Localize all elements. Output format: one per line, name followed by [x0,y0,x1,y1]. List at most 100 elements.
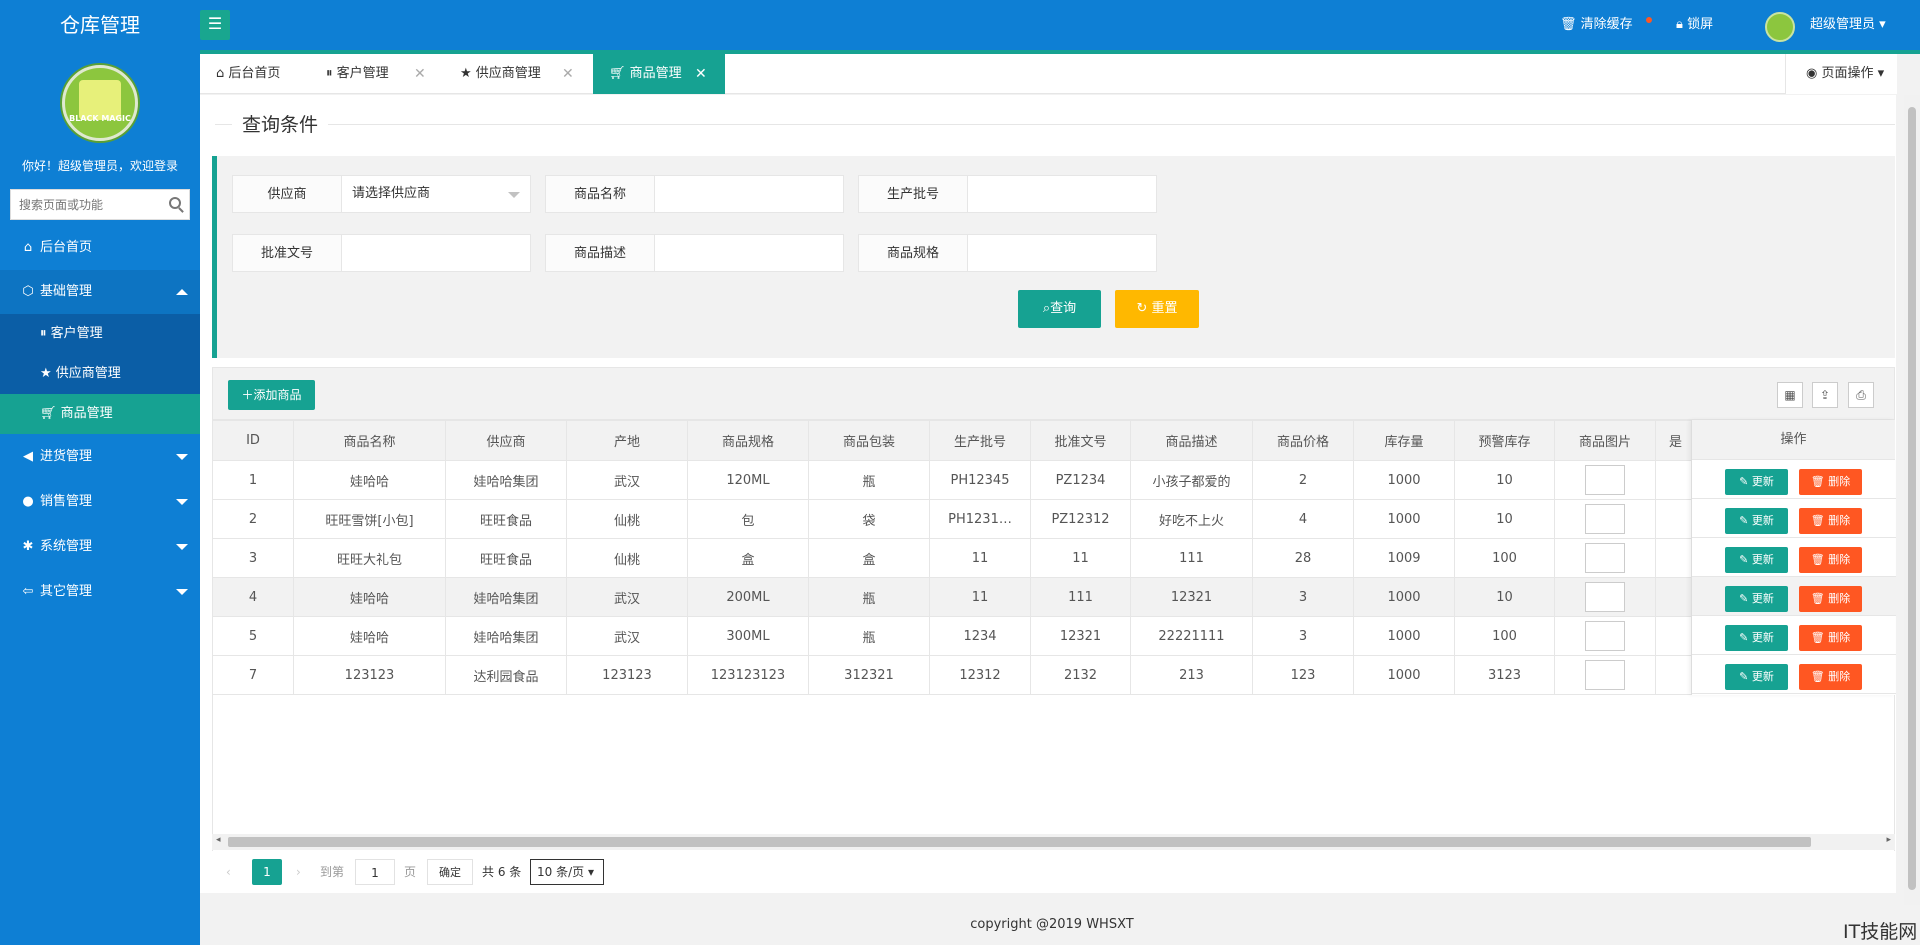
table-cell: PH1231… [929,499,1031,539]
notification-dot [1646,17,1652,23]
next-page-icon[interactable]: › [296,858,301,886]
clear-cache-button[interactable]: 🗑︎ 清除缓存 [1560,0,1633,50]
tab-customer[interactable]: ⏸ 客户管理 ✕ [310,54,442,94]
update-button[interactable]: ✎ 更新 [1725,469,1788,495]
column-header[interactable]: 商品价格 [1252,420,1354,461]
horizontal-scrollbar[interactable]: ◂ ▸ [212,834,1895,850]
supplier-select-value: 请选择供应商 [352,186,431,201]
goods-name-input[interactable] [654,175,844,213]
reset-button[interactable]: ↻ 重置 [1115,290,1199,328]
search-icon[interactable] [169,197,181,209]
tab-home[interactable]: ⌂ 后台首页 [200,54,310,94]
gear-icon: ✱ [22,539,34,554]
scroll-left-icon[interactable]: ◂ [216,835,221,845]
sidebar-item-purchase[interactable]: ◀ 进货管理 [0,435,200,479]
sidebar-item-goods[interactable]: 🛒︎ 商品管理 [0,394,200,434]
table-row[interactable]: 1 娃哈哈 娃哈哈集团 武汉 120ML 瓶 PH12345 PZ1234 小孩子都爱的 2 100… [212,460,1696,500]
table-cell: 仙桃 [566,499,688,539]
goods-image[interactable] [1585,660,1625,690]
update-button[interactable]: ✎ 更新 [1725,508,1788,534]
page-1[interactable]: 1 [252,859,282,885]
sidebar-search-input[interactable] [11,190,151,219]
table-row[interactable]: 4 娃哈哈 娃哈哈集团 武汉 200ML 瓶 11 111 12321 3 1000 10 [212,577,1696,617]
column-header[interactable]: 商品图片 [1554,420,1656,461]
operation-column: 操作 ✎ 更新 🗑︎ 删除 ✎ 更新 🗑︎ 删除 ✎ 更新 🗑︎ 删除 ✎ 更新 🗑︎ 删除 ✎… [1691,420,1896,695]
supplier-select[interactable]: 请选择供应商 [341,175,531,213]
table-cell: 盒 [687,538,809,578]
column-header[interactable]: 预警库存 [1454,420,1555,461]
table-row[interactable]: 3 旺旺大礼包 旺旺食品 仙桃盒盒 11 11 111 28 1009 100 [212,538,1696,578]
update-button[interactable]: ✎ 更新 [1725,625,1788,651]
table-row[interactable]: 5 娃哈哈 娃哈哈集团 武汉 300ML 瓶 1234 12321 22221111 3 1000 1… [212,616,1696,656]
logo-avatar: BLACK MAGIC [62,65,138,141]
column-header[interactable]: 产地 [566,420,688,461]
goods-image[interactable] [1585,504,1625,534]
update-button[interactable]: ✎ 更新 [1725,664,1788,690]
delete-label: 删除 [1828,631,1851,644]
column-header[interactable]: 商品规格 [687,420,809,461]
column-header[interactable]: 是 [1655,420,1696,461]
update-label: 更新 [1751,514,1774,527]
table-row[interactable]: 2 旺旺雪饼[小包] 旺旺食品 仙桃包袋 PH1231… PZ12312 好吃不上火 4 100… [212,499,1696,539]
approval-input[interactable] [341,234,531,272]
delete-button[interactable]: 🗑︎ 删除 [1799,664,1862,690]
sidebar-item-sales[interactable]: ● 销售管理 [0,480,200,524]
sidebar-item-other[interactable]: ⇦ 其它管理 [0,570,200,614]
close-icon[interactable]: ✕ [562,54,574,94]
search-button[interactable]: ⌕查询 [1018,290,1101,328]
delete-button[interactable]: 🗑︎ 删除 [1799,547,1862,573]
sidebar-item-supplier[interactable]: ★ 供应商管理 [0,354,200,394]
scroll-right-icon[interactable]: ▸ [1886,835,1891,845]
goods-image[interactable] [1585,582,1625,612]
goto-page-input[interactable]: 1 [355,859,395,885]
table-cell: 123 [1252,655,1354,695]
column-header[interactable]: 供应商 [445,420,567,461]
user-menu[interactable]: 超级管理员 ▾ [1810,0,1886,50]
spec-input[interactable] [967,234,1157,272]
hamburger-icon[interactable]: ☰ [200,10,230,40]
table-row[interactable]: 7 123123 达利园食品 123123 123123123 312321 12312 21… [212,655,1696,695]
column-header[interactable]: 批准文号 [1030,420,1131,461]
desc-input[interactable] [654,234,844,272]
delete-button[interactable]: 🗑︎ 删除 [1799,508,1862,534]
delete-button[interactable]: 🗑︎ 删除 [1799,625,1862,651]
column-header[interactable]: 商品包装 [808,420,930,461]
table-cell: 4 [212,577,294,617]
column-header[interactable]: 商品名称 [293,420,446,461]
columns-filter-icon[interactable]: ▦ [1777,382,1803,408]
print-icon[interactable]: ⎙ [1848,382,1874,408]
delete-button[interactable]: 🗑︎ 删除 [1799,586,1862,612]
batch-label: 生产批号 [858,175,968,213]
sidebar-item-home[interactable]: ⌂ 后台首页 [0,226,200,270]
goto-confirm-button[interactable]: 确定 [427,859,473,885]
column-header[interactable]: 库存量 [1353,420,1455,461]
tab-supplier[interactable]: ★ 供应商管理 ✕ [444,54,592,94]
column-header[interactable]: 商品描述 [1130,420,1253,461]
sidebar-item-basic[interactable]: ⬡ 基础管理 [0,270,200,314]
update-button[interactable]: ✎ 更新 [1725,547,1788,573]
prev-page-icon[interactable]: ‹ [226,858,231,886]
tab-label: 商品管理 [629,66,682,81]
close-icon[interactable]: ✕ [414,54,426,94]
close-icon[interactable]: ✕ [695,54,707,94]
vertical-scrollbar[interactable] [1904,95,1920,905]
table-cell: 1000 [1353,460,1455,500]
delete-button[interactable]: 🗑︎ 删除 [1799,469,1862,495]
delete-label: 删除 [1828,514,1851,527]
goods-image[interactable] [1585,543,1625,573]
lock-screen-button[interactable]: 🔒︎ 锁屏 [1676,0,1713,50]
add-goods-button[interactable]: ＋添加商品 [228,380,315,410]
batch-input[interactable] [967,175,1157,213]
goods-image[interactable] [1585,621,1625,651]
per-page-select[interactable]: 10 条/页 ▾ [530,859,604,885]
export-icon[interactable]: ⇪ [1812,382,1838,408]
user-avatar[interactable] [1765,12,1795,42]
goods-image[interactable] [1585,465,1625,495]
page-operation-dropdown[interactable]: ◉ 页面操作 ▾ [1785,54,1897,94]
column-header[interactable]: ID [212,420,294,461]
column-header[interactable]: 生产批号 [929,420,1031,461]
tab-goods[interactable]: 🛒︎ 商品管理 ✕ [593,54,725,94]
sidebar-item-system[interactable]: ✱ 系统管理 [0,525,200,569]
update-button[interactable]: ✎ 更新 [1725,586,1788,612]
sidebar-item-customer[interactable]: ⏸ 客户管理 [0,314,200,354]
